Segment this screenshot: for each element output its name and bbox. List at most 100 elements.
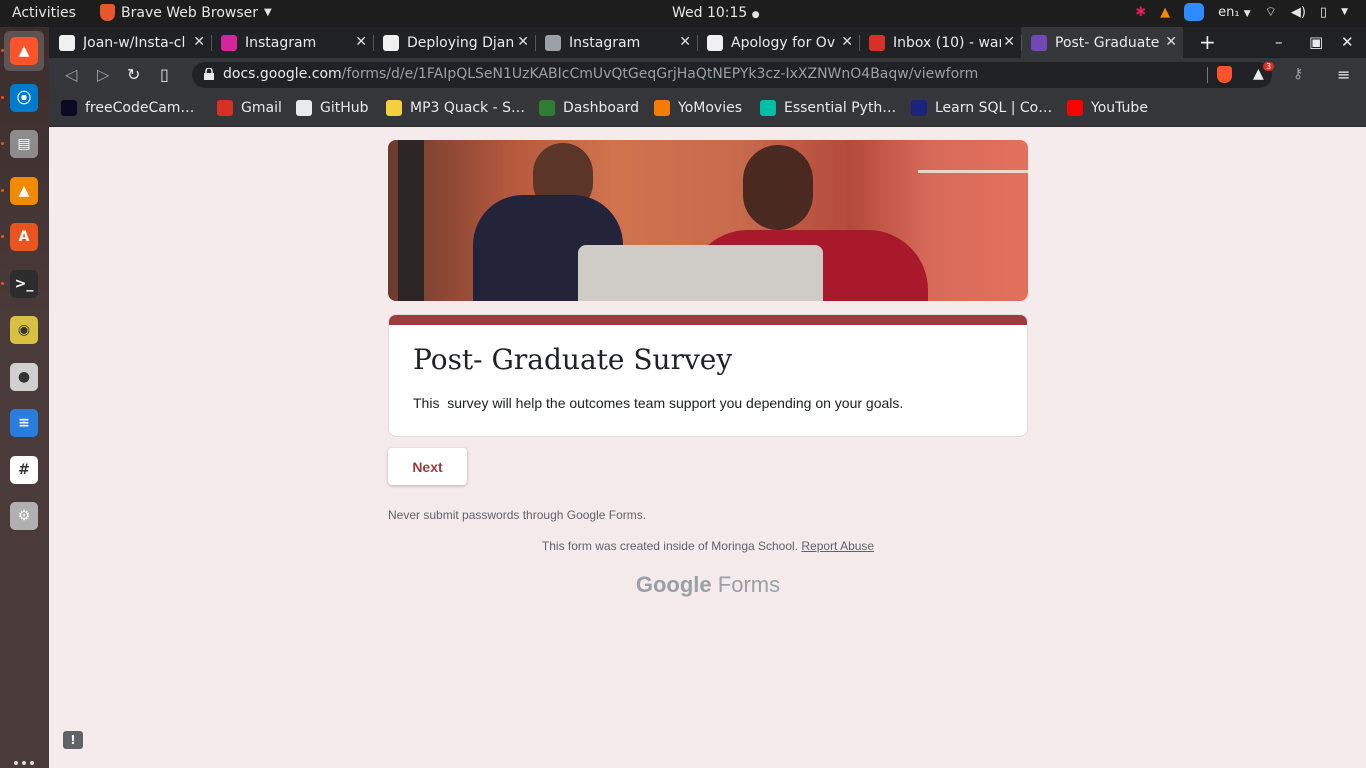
system-menu-chevron-icon[interactable]: ▼ [1341, 7, 1348, 17]
dock-item-terminal[interactable]: >_ [4, 264, 44, 304]
url-path: /forms/d/e/1FAIpQLSeN1UzKABIcCmUvQtGeqGr… [341, 66, 979, 82]
feedback-icon[interactable]: ! [63, 731, 83, 749]
report-abuse-link[interactable]: Report Abuse [801, 539, 874, 553]
app-menu-label: Brave Web Browser [121, 4, 258, 21]
bookmark-favicon-icon [760, 100, 776, 116]
tab-close-icon[interactable]: ✕ [193, 34, 205, 50]
forms-wordmark: Forms [717, 572, 781, 597]
tab-close-icon[interactable]: ✕ [1165, 34, 1177, 50]
address-bar[interactable]: docs.google.com/forms/d/e/1FAIpQLSeN1UzK… [192, 62, 1272, 88]
browser-tab[interactable]: Deploying Djan ✕ [373, 27, 535, 58]
tab-close-icon[interactable]: ✕ [679, 34, 691, 50]
bookmark-icon[interactable]: ▯ [160, 65, 169, 84]
tab-title: Instagram [245, 34, 317, 51]
bookmark-item[interactable]: YouTube [1067, 100, 1148, 116]
close-window-icon[interactable]: ✕ [1341, 33, 1354, 51]
vlc-tray-icon[interactable]: ▲ [1160, 5, 1170, 20]
dock: ▲ ⦿ ▤ ▲ A >_ ◉ ● ≡ # ⚙ [0, 27, 49, 768]
next-button[interactable]: Next [388, 448, 467, 485]
reload-icon[interactable]: ↻ [127, 65, 140, 84]
bookmark-label: GitHub [320, 100, 369, 116]
forward-icon[interactable]: ▷ [97, 65, 109, 84]
bookmark-favicon-icon [911, 100, 927, 116]
brave-shields-icon[interactable] [1217, 66, 1232, 83]
show-applications-icon[interactable] [14, 761, 34, 768]
settings-icon: ⚙ [10, 502, 38, 530]
dock-item-rhythmbox[interactable]: ◉ [4, 310, 44, 350]
dock-item-brave-browser[interactable]: ▲ [4, 31, 44, 71]
dock-item-sound[interactable]: ● [4, 357, 44, 397]
dock-item-vscode[interactable]: ⦿ [4, 78, 44, 118]
dock-item-writer[interactable]: ≡ [4, 403, 44, 443]
bookmark-favicon-icon [217, 100, 233, 116]
tab-title: Deploying Djan [407, 34, 515, 51]
bookmark-favicon-icon [386, 100, 402, 116]
bookmark-label: MP3 Quack - S… [410, 100, 525, 116]
form-description: This survey will help the outcomes team … [413, 395, 904, 411]
wifi-icon[interactable]: ⌔ [1265, 4, 1277, 20]
tab-title: Post- Graduate [1055, 34, 1160, 51]
software-center-icon: A [10, 223, 38, 251]
maximize-icon[interactable]: ▣ [1309, 33, 1323, 51]
minimize-icon[interactable]: – [1275, 33, 1283, 51]
zoom-tray-icon[interactable] [1184, 3, 1205, 21]
system-top-bar: Activities Brave Web Browser ▼ Wed 10:15… [0, 0, 1366, 27]
browser-tab[interactable]: Apology for Ov ✕ [697, 27, 859, 58]
google-forms-logo[interactable]: Google Forms [388, 572, 1028, 598]
bookmark-item[interactable]: Essential Pyth… [760, 100, 896, 116]
clock[interactable]: Wed 10:15 ● [672, 5, 760, 21]
slack-icon: # [10, 455, 38, 484]
dock-item-slack[interactable]: # [4, 450, 44, 490]
tab-favicon-icon [221, 34, 237, 51]
slack-tray-icon[interactable]: ✱ [1135, 5, 1146, 20]
bookmark-favicon-icon [539, 100, 555, 116]
url-host: docs.google.com [223, 66, 342, 82]
language-indicator[interactable]: en₁ ▼ [1218, 5, 1251, 20]
rewards-badge: 3 [1263, 62, 1275, 71]
extension-icon[interactable]: ⚷ [1293, 66, 1303, 82]
volume-icon[interactable]: ◀) [1291, 5, 1306, 20]
dock-item-vlc[interactable]: ▲ [4, 171, 44, 211]
tab-title: Apology for Ov [731, 34, 836, 51]
browser-tab[interactable]: Instagram ✕ [211, 27, 373, 58]
bookmark-item[interactable]: YoMovies [654, 100, 742, 116]
back-icon[interactable]: ◁ [65, 65, 77, 84]
language-label: en₁ [1218, 4, 1240, 20]
tab-close-icon[interactable]: ✕ [355, 34, 367, 50]
bookmark-item[interactable]: MP3 Quack - S… [386, 100, 525, 116]
new-tab-button[interactable]: + [1199, 30, 1216, 54]
browser-tab[interactable]: Inbox (10) - wan ✕ [859, 27, 1021, 58]
bookmark-label: Gmail [241, 100, 282, 116]
bookmark-item[interactable]: freeCodeCam… [61, 100, 194, 116]
bookmark-item[interactable]: Dashboard [539, 100, 639, 116]
browser-tab[interactable]: Joan-w/Insta-cl ✕ [49, 27, 211, 58]
browser-toolbar: ◁ ▷ ↻ ▯ docs.google.com/forms/d/e/1FAIpQ… [49, 58, 1366, 92]
tab-close-icon[interactable]: ✕ [1003, 34, 1015, 50]
app-menu[interactable]: Brave Web Browser ▼ [100, 4, 272, 21]
dock-item-settings[interactable]: ⚙ [4, 496, 44, 536]
url-text: docs.google.com/forms/d/e/1FAIpQLSeN1UzK… [223, 66, 978, 82]
tab-favicon-icon [707, 34, 723, 51]
brave-icon [100, 4, 115, 21]
theme-stripe [389, 315, 1027, 325]
brave-rewards-icon[interactable]: ▲ 3 [1253, 62, 1275, 82]
battery-icon[interactable]: ▯ [1320, 5, 1327, 20]
activities-button[interactable]: Activities [12, 5, 76, 21]
bookmark-item[interactable]: Learn SQL | Co… [911, 100, 1052, 116]
form-page: Post- Graduate Survey This survey will h… [49, 127, 1366, 768]
menu-icon[interactable]: ≡ [1337, 65, 1350, 84]
bookmarks-bar: freeCodeCam… Gmail GitHub MP3 Quack - S… Das… [49, 92, 1366, 127]
dock-item-files[interactable]: ▤ [4, 124, 44, 164]
chevron-down-icon: ▼ [1243, 8, 1251, 19]
browser-tab[interactable]: Post- Graduate ✕ [1021, 27, 1183, 58]
brave-browser-icon: ▲ [10, 37, 38, 65]
bookmark-item[interactable]: GitHub [296, 100, 369, 116]
tab-separator [859, 35, 860, 51]
tab-close-icon[interactable]: ✕ [841, 34, 853, 50]
dock-item-software-center[interactable]: A [4, 217, 44, 257]
browser-tab[interactable]: Instagram ✕ [535, 27, 697, 58]
running-indicator [1, 142, 4, 145]
rhythmbox-icon: ◉ [10, 316, 38, 344]
tab-close-icon[interactable]: ✕ [517, 34, 529, 50]
bookmark-item[interactable]: Gmail [217, 100, 282, 116]
